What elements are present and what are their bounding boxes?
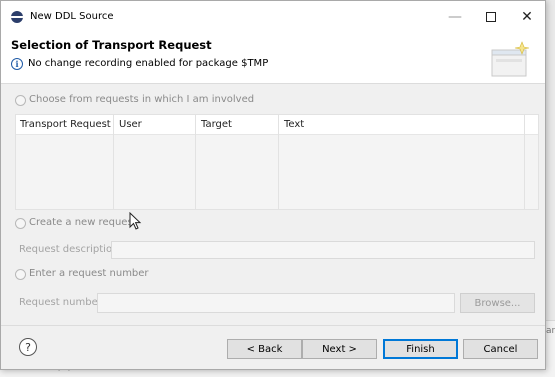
wizard-header: Selection of Transport Request i No chan… xyxy=(1,32,545,84)
browse-button[interactable]: Browse... xyxy=(460,293,535,313)
choose-requests-label: Choose from requests in which I am invol… xyxy=(29,94,255,105)
close-button[interactable]: ✕ xyxy=(507,1,547,32)
column-divider xyxy=(278,115,279,209)
column-header-transport-request[interactable]: Transport Request xyxy=(20,119,111,130)
maximize-icon xyxy=(486,11,496,22)
request-description-input[interactable] xyxy=(111,241,535,259)
mouse-cursor-icon xyxy=(129,212,142,230)
create-request-label: Create a new request xyxy=(29,217,137,228)
create-request-radio[interactable] xyxy=(15,218,26,229)
help-button[interactable]: ? xyxy=(19,338,37,356)
back-button[interactable]: < Back xyxy=(227,339,302,359)
column-divider xyxy=(113,115,114,209)
column-header-user[interactable]: User xyxy=(119,119,142,130)
cancel-button[interactable]: Cancel xyxy=(463,339,538,359)
window-title: New DDL Source xyxy=(30,11,114,22)
request-description-label: Request description: xyxy=(19,244,122,255)
eclipse-app-icon xyxy=(11,11,23,23)
enter-request-number-label: Enter a request number xyxy=(29,268,149,279)
page-title: Selection of Transport Request xyxy=(11,38,212,52)
dialog-window: New DDL Source — ✕ Selection of Transpor… xyxy=(0,0,546,370)
minimize-button[interactable]: — xyxy=(435,1,475,32)
column-divider xyxy=(524,115,525,209)
transport-request-table[interactable]: Transport Request User Target Text xyxy=(15,114,539,210)
column-header-text[interactable]: Text xyxy=(284,119,304,130)
info-message: No change recording enabled for package … xyxy=(28,58,269,69)
maximize-button[interactable] xyxy=(471,1,511,32)
footer-divider xyxy=(1,325,545,326)
request-number-label: Request number: xyxy=(19,297,106,308)
title-bar: New DDL Source — ✕ xyxy=(1,1,545,32)
info-icon: i xyxy=(11,58,23,70)
table-header: Transport Request User Target Text xyxy=(16,115,538,135)
enter-request-number-radio[interactable] xyxy=(15,269,26,280)
finish-button[interactable]: Finish xyxy=(383,339,458,359)
background-text-right: an xyxy=(546,326,555,336)
column-divider xyxy=(195,115,196,209)
choose-requests-radio[interactable] xyxy=(15,95,26,106)
column-header-target[interactable]: Target xyxy=(201,119,232,130)
wizard-banner-icon xyxy=(491,41,530,77)
request-number-input[interactable] xyxy=(97,293,455,313)
next-button[interactable]: Next > xyxy=(302,339,377,359)
